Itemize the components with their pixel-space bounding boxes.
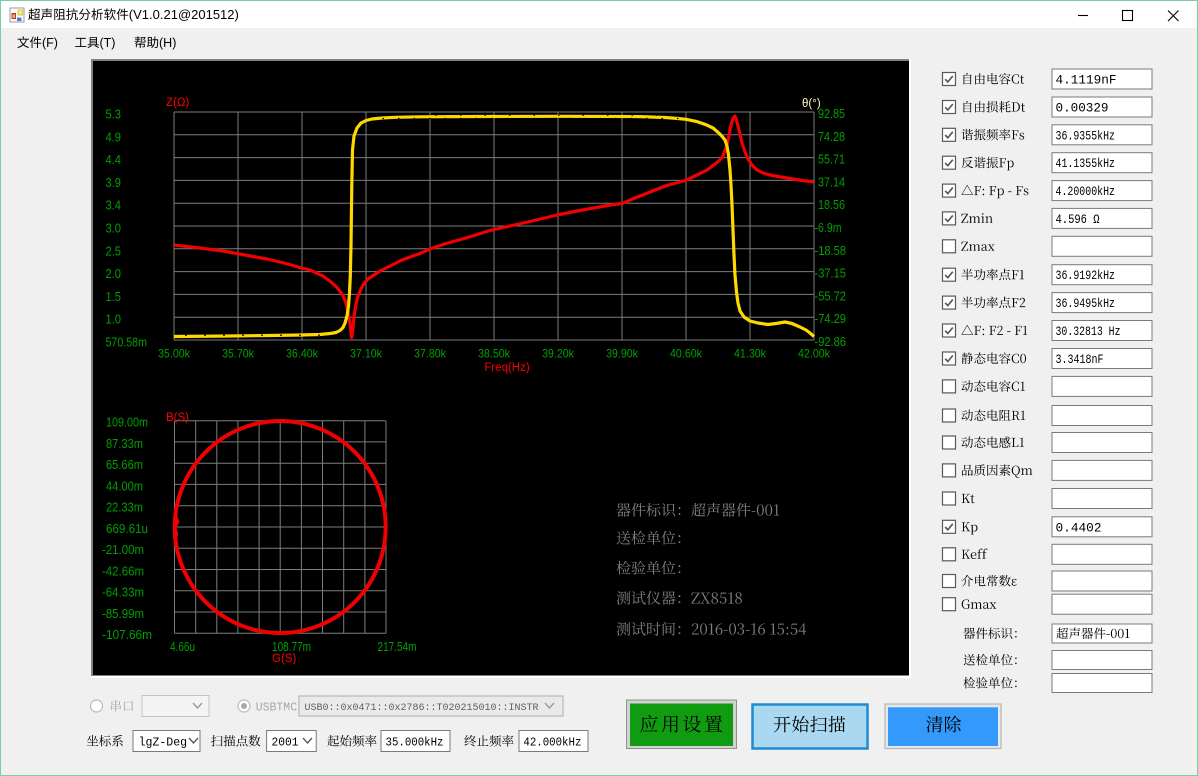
svg-text:5.3: 5.3 [106,107,122,122]
svg-text:87.33m: 87.33m [106,436,143,451]
svg-text:θ(°): θ(°) [802,98,821,110]
svg-text:4.66u: 4.66u [170,640,195,654]
svg-text:35.000kHz: 35.000kHz [386,736,444,750]
svg-text:-107.66m: -107.66m [102,627,152,642]
svg-text:3.3418nF: 3.3418nF [1056,352,1104,367]
svg-text:4.4: 4.4 [106,152,122,167]
svg-text:109.00m: 109.00m [106,415,148,430]
svg-text:65.66m: 65.66m [106,457,143,472]
svg-text:35.70k: 35.70k [222,347,255,361]
svg-text:4.596 Ω: 4.596 Ω [1056,212,1100,227]
svg-text:37.10k: 37.10k [350,347,383,361]
svg-text:3.9: 3.9 [106,175,122,190]
svg-text:36.9192kHz: 36.9192kHz [1056,268,1116,283]
svg-text:-6.9m: -6.9m [815,220,842,235]
svg-text:G(S): G(S) [272,653,296,665]
svg-text:39.90k: 39.90k [606,347,639,361]
svg-text:55.71: 55.71 [818,152,845,167]
svg-text:(F): (F) [42,36,58,50]
svg-text:1.5: 1.5 [106,289,122,304]
svg-text:42.00k: 42.00k [798,347,831,361]
svg-text:74.28: 74.28 [818,129,845,144]
svg-text:39.20k: 39.20k [542,347,575,361]
svg-text:Freq(Hz): Freq(Hz) [484,362,530,374]
svg-text:92.85: 92.85 [818,106,845,121]
svg-text:2001: 2001 [272,736,299,750]
svg-text:USBTMC: USBTMC [256,702,298,715]
svg-text:36.40k: 36.40k [286,347,319,361]
svg-text:Z(Ω): Z(Ω) [166,97,189,109]
svg-text:4.20000kHz: 4.20000kHz [1056,184,1116,199]
svg-text:-21.00m: -21.00m [102,542,144,557]
svg-text:18.56: 18.56 [818,197,845,212]
svg-text:lgZ-Deg: lgZ-Deg [139,736,188,750]
svg-text:570.58m: 570.58m [106,335,148,350]
svg-text:0.4402: 0.4402 [1056,520,1102,535]
svg-text:3.4: 3.4 [106,198,122,213]
svg-text:-37.15: -37.15 [815,266,847,281]
svg-text:1.0: 1.0 [106,312,122,327]
svg-text:41.30k: 41.30k [734,347,767,361]
svg-text:4.9: 4.9 [106,129,122,144]
svg-text:37.80k: 37.80k [414,347,447,361]
svg-text:217.54m: 217.54m [378,640,417,654]
svg-text:-85.99m: -85.99m [102,606,144,621]
svg-text:40.60k: 40.60k [670,347,703,361]
svg-text:36.9355kHz: 36.9355kHz [1056,128,1116,143]
svg-text:-18.58: -18.58 [815,243,847,258]
svg-text:30.32813 Hz: 30.32813 Hz [1056,324,1121,339]
svg-text:4.1119nF: 4.1119nF [1056,73,1117,88]
svg-text:2.5: 2.5 [106,243,122,258]
svg-text:36.9495kHz: 36.9495kHz [1056,296,1116,311]
svg-text:669.61u: 669.61u [106,521,148,536]
svg-text:42.000kHz: 42.000kHz [523,736,581,750]
svg-text:44.00m: 44.00m [106,478,143,493]
svg-text:41.1355kHz: 41.1355kHz [1056,156,1116,171]
svg-text:2.0: 2.0 [106,266,122,281]
svg-text:0.00329: 0.00329 [1056,101,1109,116]
svg-text:(V1.0.21@201512): (V1.0.21@201512) [129,7,239,22]
svg-text:108.77m: 108.77m [272,640,311,654]
svg-text:USB0::0x0471::0x2786::T0202150: USB0::0x0471::0x2786::T020215010::INSTR [305,703,539,714]
svg-text:(H): (H) [159,36,176,50]
svg-text:B(S): B(S) [166,412,189,424]
svg-text:-42.66m: -42.66m [102,563,144,578]
svg-text:3.0: 3.0 [106,221,122,236]
svg-text:(T): (T) [100,36,116,50]
svg-text:38.50k: 38.50k [478,347,511,361]
svg-text:35.00k: 35.00k [158,347,191,361]
svg-text:-74.29: -74.29 [815,311,847,326]
svg-text:37.14: 37.14 [818,174,845,189]
svg-text:-55.72: -55.72 [815,288,847,303]
svg-text:22.33m: 22.33m [106,500,143,515]
svg-text:-64.33m: -64.33m [102,585,144,600]
